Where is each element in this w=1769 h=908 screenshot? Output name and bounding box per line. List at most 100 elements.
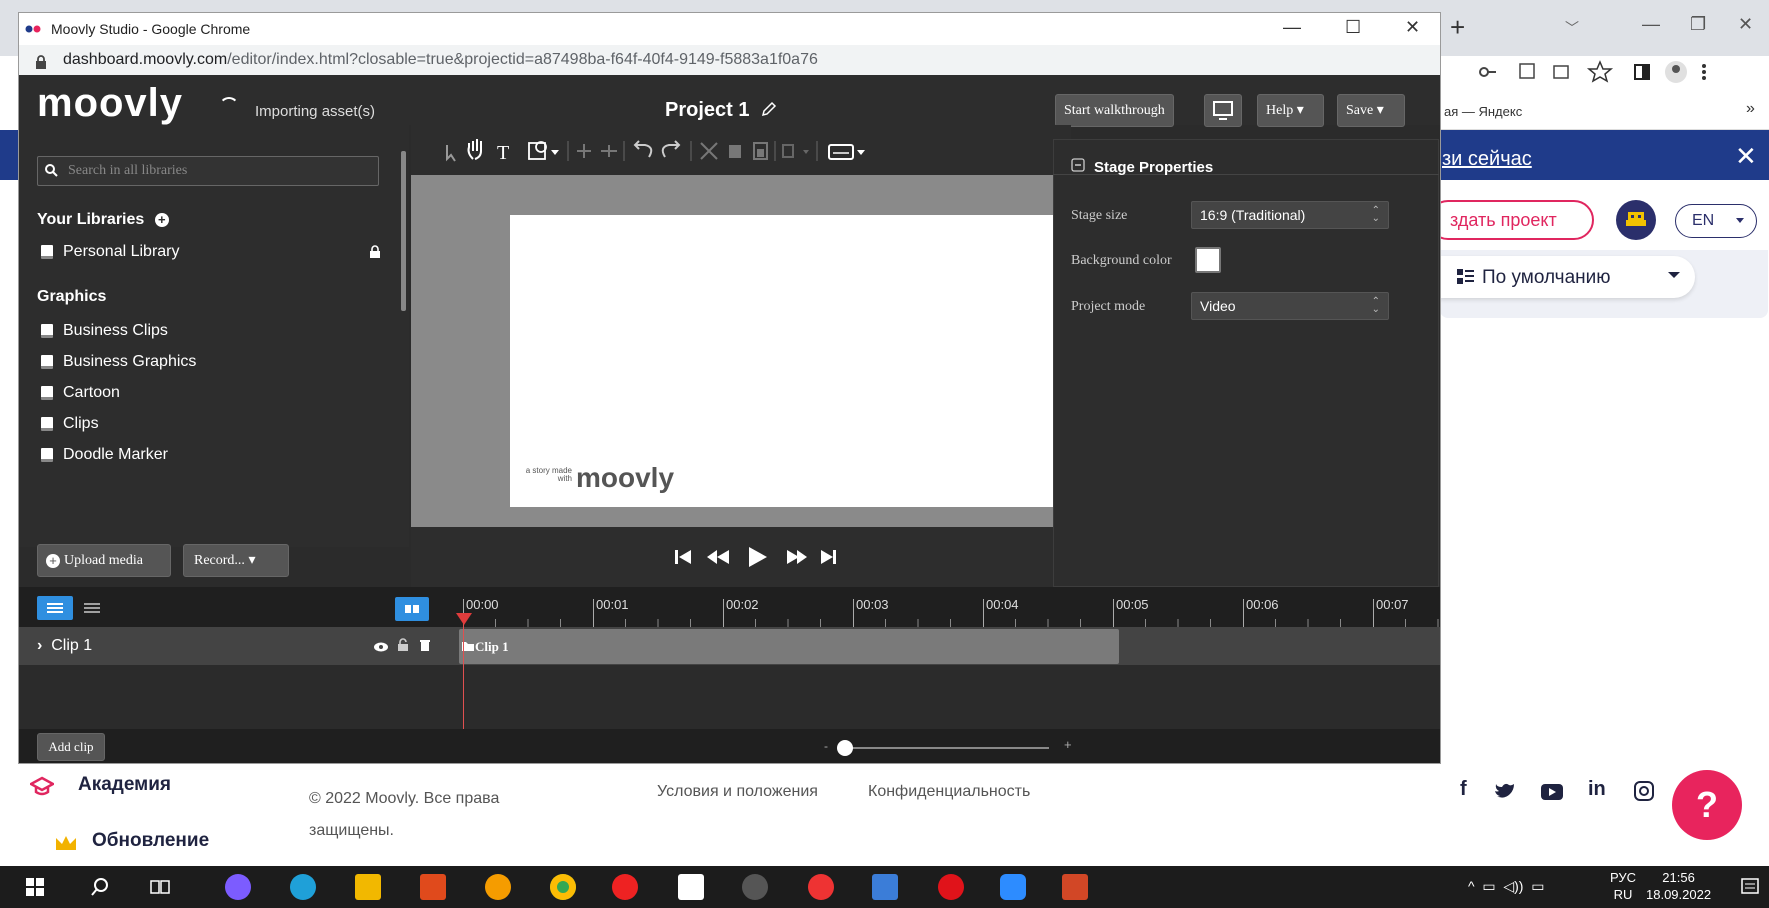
add-library-icon[interactable]: + [154, 213, 169, 227]
chrome-icon[interactable] [550, 874, 576, 900]
promo-banner-link[interactable]: зи сейчас [1442, 148, 1532, 171]
create-project-button[interactable]: здать проект [1428, 200, 1594, 240]
record-button[interactable]: Record... ▾ [183, 544, 289, 577]
footer-privacy-link[interactable]: Конфиденциальность [868, 783, 1030, 801]
alice-icon[interactable] [225, 874, 251, 900]
library-item-personal[interactable]: Personal Library [41, 243, 381, 261]
zoom-slider-track[interactable] [839, 747, 1049, 749]
abbyy-icon[interactable] [678, 874, 704, 900]
profile-avatar-icon[interactable] [1665, 61, 1687, 83]
new-tab-button[interactable]: + [1450, 14, 1465, 40]
menu-dots-icon[interactable] [1702, 64, 1706, 80]
window-minimize-icon[interactable]: — [1283, 17, 1301, 37]
clock[interactable]: 21:56 18.09.2022 [1646, 869, 1711, 903]
library-item[interactable]: Doodle Marker [41, 446, 168, 464]
window-maximize-icon[interactable]: ☐ [1345, 17, 1361, 37]
shape-tool-icon[interactable] [528, 141, 559, 160]
app-icon[interactable] [742, 874, 768, 900]
url-text[interactable]: dashboard.moovly.com/editor/index.html?c… [63, 51, 818, 69]
facebook-icon[interactable]: f [1460, 778, 1467, 801]
library-item[interactable]: Clips [41, 415, 99, 433]
upload-media-button[interactable]: + Upload media [37, 544, 171, 577]
pencil-icon[interactable] [761, 101, 777, 117]
library-item[interactable]: Business Clips [41, 322, 168, 340]
file-explorer-icon[interactable] [355, 874, 381, 900]
search-icon[interactable] [90, 877, 110, 897]
redo-icon[interactable] [661, 140, 681, 158]
yandex-music-icon[interactable] [808, 874, 834, 900]
instagram-icon[interactable] [1634, 781, 1654, 801]
stage-size-select[interactable]: 16:9 (Traditional) ⌃ ⌄ [1191, 201, 1389, 229]
tab-search-chevron-icon[interactable]: ﹀ [1565, 18, 1579, 38]
minimize-icon[interactable]: — [1642, 14, 1660, 34]
bookmark-item[interactable]: ая — Яндекс [1444, 104, 1522, 119]
help-menu-button[interactable]: Help ▾ [1257, 94, 1324, 127]
select-arrow-icon[interactable] [446, 145, 456, 162]
library-item[interactable]: Business Graphics [41, 353, 196, 371]
sidebar-item-academy[interactable]: Академия [78, 774, 171, 796]
zoom-in-icon[interactable]: + [1064, 737, 1072, 752]
share-icon[interactable] [1553, 65, 1569, 79]
project-title[interactable]: Project 1 [665, 99, 749, 122]
opera-icon[interactable] [938, 874, 964, 900]
promo-banner-close-icon[interactable]: ✕ [1735, 143, 1757, 169]
translate-icon[interactable] [1519, 63, 1535, 79]
zoom-slider-thumb[interactable] [837, 740, 853, 756]
sidebar-panel-icon[interactable] [1634, 64, 1650, 80]
hand-icon[interactable] [467, 139, 482, 160]
caption-icon[interactable] [828, 144, 865, 160]
text-tool-icon[interactable]: T [497, 142, 509, 164]
yandex-browser-icon[interactable] [612, 874, 638, 900]
windows-start-icon[interactable] [26, 878, 44, 896]
playhead-handle[interactable] [455, 612, 473, 626]
library-scrollbar[interactable] [401, 151, 406, 311]
task-view-icon[interactable] [150, 877, 170, 897]
track-name[interactable]: › Clip 1 [37, 637, 92, 655]
clip-block[interactable] [459, 629, 1119, 664]
window-close-icon[interactable]: ✕ [1405, 17, 1420, 37]
footer-terms-link[interactable]: Условия и положения [657, 783, 818, 801]
play-icon[interactable] [749, 547, 767, 567]
sidebar-item-update[interactable]: Обновление [92, 830, 209, 852]
unlock-icon[interactable] [397, 638, 409, 652]
chevron-right-icon[interactable]: › [37, 637, 42, 654]
timeline-view-compact-button[interactable] [75, 596, 109, 620]
skip-to-end-icon[interactable] [821, 550, 836, 564]
snap-button[interactable] [395, 597, 429, 621]
office-icon[interactable] [420, 874, 446, 900]
library-search-input[interactable]: Search in all libraries [37, 156, 379, 186]
edge-icon[interactable] [290, 874, 316, 900]
background-color-swatch[interactable] [1195, 247, 1221, 273]
close-icon[interactable]: ✕ [1738, 14, 1753, 34]
language-select[interactable]: EN [1675, 204, 1757, 238]
bookmarks-more-icon[interactable]: » [1746, 100, 1755, 118]
preview-button[interactable] [1204, 94, 1242, 127]
tray-icons[interactable]: ^ ▭ ◁)) ▭ [1468, 878, 1544, 895]
collapse-icon[interactable] [1071, 158, 1085, 172]
rewind-icon[interactable] [707, 550, 729, 564]
help-button[interactable]: ? [1672, 770, 1742, 840]
keyboard-language[interactable]: РУС RU [1610, 869, 1636, 903]
restore-icon[interactable]: ❐ [1690, 14, 1706, 34]
library-item[interactable]: Cartoon [41, 384, 120, 402]
youtube-icon[interactable] [1540, 783, 1564, 801]
powerpoint-icon[interactable] [1062, 874, 1088, 900]
bookmark-star-icon[interactable] [1586, 60, 1614, 83]
eye-icon[interactable] [373, 641, 389, 653]
notifications-icon[interactable] [1740, 877, 1760, 897]
zoom-icon[interactable] [1000, 874, 1026, 900]
skip-to-start-icon[interactable] [675, 550, 691, 564]
yandex-disk-icon[interactable] [485, 874, 511, 900]
add-clip-button[interactable]: Add clip [37, 733, 105, 761]
user-avatar[interactable] [1616, 200, 1656, 240]
twitter-icon[interactable] [1494, 782, 1516, 800]
undo-icon[interactable] [633, 140, 653, 158]
linkedin-icon[interactable]: in [1588, 778, 1606, 801]
trash-icon[interactable] [419, 638, 431, 652]
python-icon[interactable] [872, 874, 898, 900]
start-walkthrough-button[interactable]: Start walkthrough [1055, 94, 1174, 127]
save-menu-button[interactable]: Save ▾ [1337, 94, 1405, 127]
zoom-out-icon[interactable]: - [824, 739, 828, 753]
timeline-view-expanded-button[interactable] [37, 596, 73, 620]
key-icon[interactable] [1479, 67, 1496, 77]
